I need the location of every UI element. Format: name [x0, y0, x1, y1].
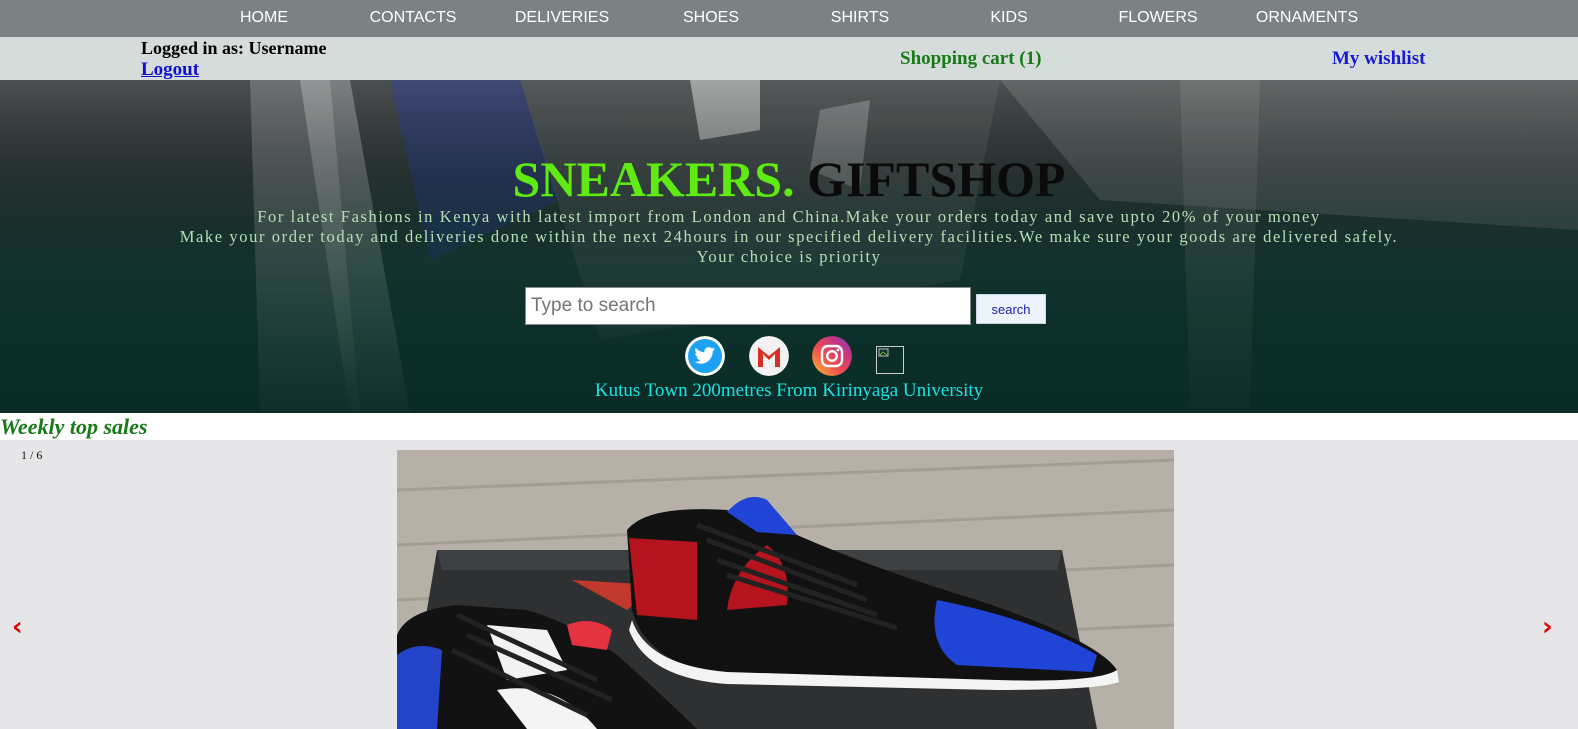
search-button[interactable]: search [976, 294, 1046, 324]
logout-link[interactable]: Logout [141, 59, 199, 81]
broken-image-icon[interactable] [876, 346, 904, 374]
weekly-slideshow: 1 / 6 ‹ › [0, 440, 1578, 729]
shopping-cart-link[interactable]: Shopping cart (1) [900, 48, 1041, 70]
nav-shirts[interactable]: SHIRTS [831, 0, 889, 37]
nav-shoes[interactable]: SHOES [683, 0, 739, 37]
next-slide-button[interactable]: › [1542, 614, 1553, 640]
nav-home[interactable]: HOME [240, 0, 288, 37]
tagline-line-1: For latest Fashions in Kenya with latest… [257, 207, 1321, 226]
nav-kids[interactable]: KIDS [990, 0, 1027, 37]
tagline-line-2: Make your order today and deliveries don… [179, 227, 1399, 246]
weekly-top-sales-title: Weekly top sales [0, 414, 148, 439]
top-navigation: HOME CONTACTS DELIVERIES SHOES SHIRTS KI… [0, 0, 1578, 37]
wishlist-link[interactable]: My wishlist [1332, 48, 1425, 70]
user-bar: Logged in as: Username Logout Shopping c… [0, 37, 1578, 80]
search-input[interactable] [525, 287, 971, 325]
image-placeholder-icon [878, 348, 889, 357]
slide-image-sneakers [397, 450, 1174, 729]
slide-counter: 1 / 6 [21, 448, 43, 462]
nav-deliveries[interactable]: DELIVERIES [515, 0, 609, 37]
logged-in-label: Logged in as: Username [141, 38, 327, 58]
twitter-icon[interactable] [685, 336, 725, 376]
tagline-line-3: Your choice is priority [696, 247, 882, 266]
prev-slide-button[interactable]: ‹ [12, 614, 23, 640]
nav-flowers[interactable]: FLOWERS [1118, 0, 1197, 37]
brand-giftshop: GIFTSHOP [807, 151, 1066, 207]
nav-contacts[interactable]: CONTACTS [370, 0, 457, 37]
site-brand: SNEAKERS. GIFTSHOP [0, 150, 1578, 208]
instagram-icon[interactable] [812, 336, 852, 376]
store-location: Kutus Town 200metres From Kirinyaga Univ… [594, 380, 984, 401]
brand-sneakers: SNEAKERS. [512, 151, 795, 207]
hero-banner: SNEAKERS. GIFTSHOP For latest Fashions i… [0, 80, 1578, 413]
gmail-icon[interactable] [749, 336, 789, 376]
nav-ornaments[interactable]: ORNAMENTS [1256, 0, 1358, 37]
